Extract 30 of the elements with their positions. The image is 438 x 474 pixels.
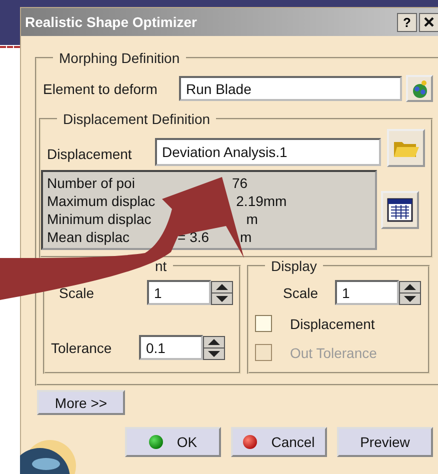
result-text: Minimum displac [47, 211, 152, 227]
result-text: 76 [232, 175, 248, 191]
group-legend: nt [61, 258, 173, 274]
result-text: Number of poi [47, 175, 135, 191]
checkbox-label: Out Tolerance [290, 344, 377, 360]
dialog-button[interactable]: Preview [337, 427, 433, 457]
tolerance-field[interactable]: 0.1 [139, 335, 203, 360]
dialog-button[interactable]: OK [125, 427, 221, 457]
result-text: m [240, 229, 252, 245]
field-label: Scale [283, 284, 320, 300]
result-text: Mean displac [47, 229, 130, 245]
field-label: Displacement [47, 146, 133, 162]
field-label: Element to deform [43, 80, 158, 96]
scale-field[interactable]: 1 [147, 280, 211, 305]
group-legend: Displacement Definition [57, 111, 216, 127]
field-label: Scale [58, 284, 96, 300]
result-text: 2.19mm [236, 193, 287, 209]
more-button[interactable]: More >> [37, 390, 125, 415]
result-text: Maximum displac [47, 193, 156, 209]
field-label: Tolerance [51, 340, 113, 356]
group-legend: Display [265, 258, 323, 274]
group-legend: Morphing Definition [53, 50, 186, 66]
displacement-field[interactable]: Deviation Analysis.1 [155, 138, 381, 166]
element-field[interactable]: Run Blade [179, 76, 402, 101]
scale-field[interactable]: 1 [335, 280, 399, 305]
checkbox-label: Displacement [290, 316, 375, 332]
dialog-button[interactable]: Cancel [231, 427, 327, 457]
result-text: m [246, 211, 258, 227]
window-title: Realistic Shape Optimizer [25, 14, 198, 30]
help-button[interactable]: ? [397, 12, 417, 32]
